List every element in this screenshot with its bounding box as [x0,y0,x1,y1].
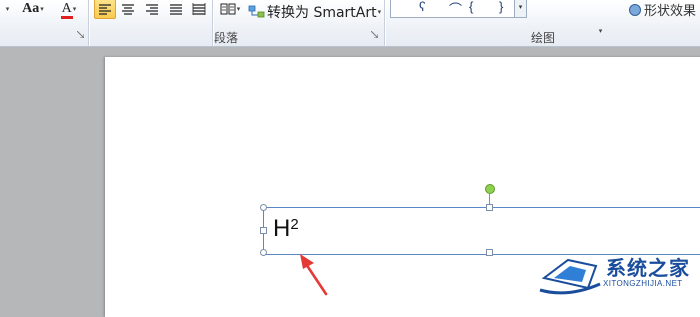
shape-effects-label: 形状效果 [644,4,697,19]
right-brace-shape-icon[interactable]: } [499,0,503,14]
resize-handle-middle-left[interactable] [260,227,267,234]
ribbon-separator [384,0,385,46]
columns-icon [220,3,236,15]
align-center-icon [122,4,134,15]
font-dialog-launcher-icon[interactable] [77,31,84,38]
font-color-icon: A [60,1,73,19]
shapes-gallery[interactable]: ʕ ⌒ { } [390,0,516,18]
left-brace-shape-icon[interactable]: { [469,0,473,14]
columns-button[interactable]: ▾ [216,0,244,18]
change-case-icon: Aa [22,1,40,16]
change-case-button[interactable]: Aa ▾ [18,0,48,18]
align-left-icon [99,4,111,15]
paragraph-dialog-launcher-icon[interactable] [371,31,378,38]
smartart-icon [248,5,265,18]
base-text: H [273,215,291,242]
resize-handle-bottom-left[interactable] [260,249,267,256]
ribbon: ▾ Aa ▾ A ▾ ▾ 转换为 SmartArt ▾ 段落 ʕ ⌒ {} ▾… [0,0,700,47]
font-color-button[interactable]: A ▾ [56,0,82,19]
arrange-dropdown-arrow[interactable]: ▾ [590,26,610,36]
justify-icon [170,4,182,15]
align-left-button[interactable] [94,0,116,19]
smartart-label: 转换为 SmartArt [267,5,377,21]
shape-effects-button[interactable]: 形状效果 [628,0,696,19]
shape-effects-icon [629,3,641,16]
distribute-icon [192,3,206,15]
convert-to-smartart-button[interactable]: 转换为 SmartArt ▾ [248,2,381,22]
rotation-handle[interactable] [485,184,495,194]
justify-button[interactable] [166,0,186,18]
superscript-text: 2 [290,216,299,233]
align-right-icon [146,4,158,15]
align-right-button[interactable] [142,0,162,18]
curve-shape-icon[interactable]: ⌒ [449,0,462,18]
watermark-title: 系统之家 [606,256,690,280]
brace-shape-icon[interactable]: ʕ [419,0,426,14]
red-arrow-annotation [300,254,328,296]
align-center-button[interactable] [118,0,138,18]
font-size-dropdown-arrow[interactable]: ▾ [0,0,14,18]
drawing-group-label: 绘图 [531,31,556,45]
resize-handle-top-left[interactable] [260,204,267,211]
watermark-url: XITONGZHIJIA.NET [603,279,683,288]
resize-handle-bottom-center[interactable] [486,249,493,256]
resize-handle-top-center[interactable] [486,204,493,211]
paragraph-group-label: 段落 [214,31,239,45]
ribbon-separator [212,0,213,46]
text-box-content[interactable]: H2 [273,215,299,243]
ribbon-separator [88,0,89,46]
distribute-button[interactable] [189,0,209,18]
shapes-gallery-more-button[interactable]: ▾ [514,0,527,18]
